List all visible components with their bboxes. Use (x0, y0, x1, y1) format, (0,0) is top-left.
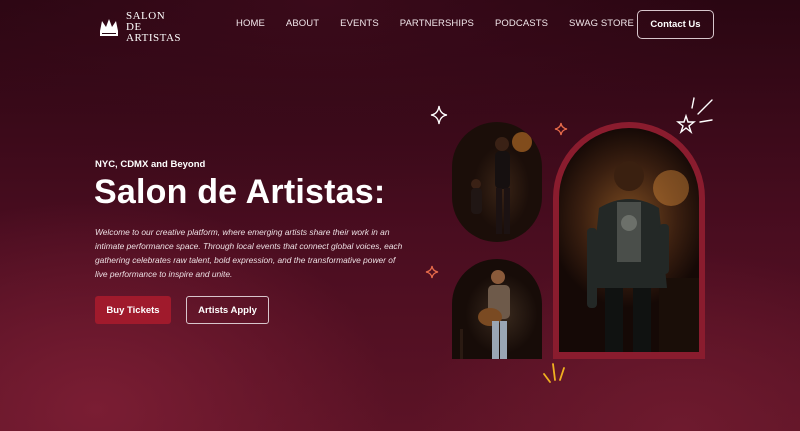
nav-events[interactable]: EVENTS (340, 18, 379, 29)
guitarist-figure-image (460, 270, 510, 359)
brand-name: SALON DE ARTISTAS (126, 10, 182, 44)
nav-swag-store[interactable]: SWAG STORE (569, 18, 634, 29)
sparkle-icon (430, 105, 448, 125)
nav-home[interactable]: HOME (236, 18, 265, 29)
hero-title: Salon de Artistas: (94, 173, 386, 211)
performer-guitarist-photo (452, 259, 542, 359)
nav-partnerships[interactable]: PARTNERSHIPS (400, 18, 474, 29)
contact-us-button[interactable]: Contact Us (637, 10, 714, 39)
main-nav: HOME ABOUT EVENTS PARTNERSHIPS PODCASTS … (236, 18, 655, 29)
small-star-icon (554, 122, 568, 136)
crown-logo-icon (100, 18, 118, 36)
buy-tickets-button[interactable]: Buy Tickets (95, 296, 171, 324)
singer-figure-image (471, 132, 532, 234)
performer-speaker-photo (559, 128, 699, 352)
hero-tagline: NYC, CDMX and Beyond (95, 159, 206, 170)
star-burst-icon (676, 97, 713, 134)
brand-logo[interactable]: SALON DE ARTISTAS (98, 11, 181, 44)
nav-podcasts[interactable]: PODCASTS (495, 18, 548, 29)
artists-apply-button[interactable]: Artists Apply (186, 296, 269, 324)
performer-singer-photo (452, 122, 542, 242)
small-star-icon (425, 265, 439, 279)
hero-description: Welcome to our creative platform, where … (95, 227, 403, 279)
nav-about[interactable]: ABOUT (286, 18, 319, 29)
burst-lines-icon (543, 363, 565, 383)
speaker-figure-image (587, 161, 699, 352)
